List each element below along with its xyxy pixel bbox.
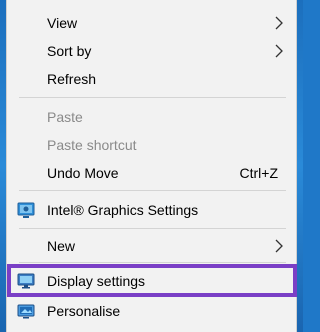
- menu-item-label: Personalise: [47, 303, 121, 319]
- menu-separator: [19, 228, 286, 229]
- menu-item-label: View: [47, 15, 78, 31]
- menu-item-label: Paste shortcut: [47, 137, 137, 153]
- menu-separator: [19, 262, 286, 263]
- menu-item-label: Display settings: [47, 273, 146, 289]
- menu-item-sort-by[interactable]: Sort by: [7, 37, 296, 65]
- chevron-right-icon: [275, 16, 283, 30]
- menu-item-label: Intel® Graphics Settings: [47, 202, 199, 218]
- menu-item-label: Refresh: [47, 71, 97, 87]
- display-icon: [17, 273, 35, 289]
- menu-item-intel-graphics-settings[interactable]: Intel® Graphics Settings: [7, 196, 296, 224]
- menu-item-personalise[interactable]: Personalise: [7, 297, 296, 325]
- menu-item-label: Undo Move: [47, 165, 119, 181]
- menu-item-view[interactable]: View: [7, 9, 296, 37]
- menu-item-refresh[interactable]: Refresh: [7, 65, 296, 93]
- intel-graphics-icon: [17, 202, 35, 218]
- menu-item-new[interactable]: New: [7, 232, 296, 260]
- chevron-right-icon: [275, 239, 283, 253]
- menu-separator: [19, 97, 286, 98]
- menu-item-paste-shortcut: Paste shortcut: [7, 131, 296, 159]
- desktop-context-menu: View Sort by Refresh Paste Paste shortcu…: [6, 0, 297, 332]
- menu-item-paste: Paste: [7, 103, 296, 131]
- menu-item-label: New: [47, 238, 76, 254]
- personalise-icon: [17, 304, 35, 319]
- chevron-right-icon: [275, 44, 283, 58]
- menu-item-label: Sort by: [47, 43, 92, 59]
- menu-item-undo-move[interactable]: Undo Move Ctrl+Z: [7, 159, 296, 187]
- menu-item-label: Paste: [47, 109, 83, 125]
- desktop-background-right: [297, 0, 303, 332]
- menu-separator: [19, 190, 286, 191]
- keyboard-shortcut: Ctrl+Z: [239, 165, 279, 181]
- menu-item-display-settings[interactable]: Display settings: [7, 267, 296, 295]
